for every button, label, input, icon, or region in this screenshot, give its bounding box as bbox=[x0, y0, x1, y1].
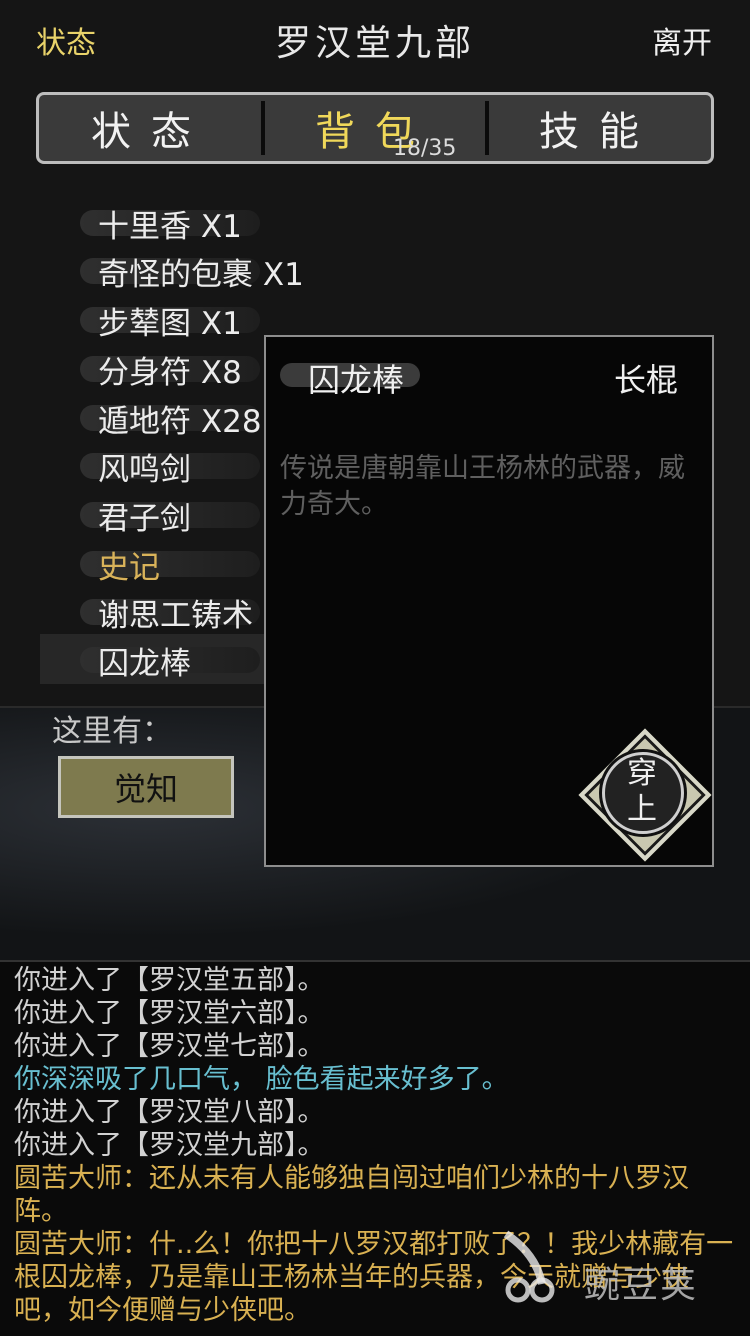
here-label: 这里有： bbox=[52, 714, 172, 749]
log-line: 你进入了【罗汉堂九部】。 bbox=[14, 1130, 325, 1161]
inventory-item-label: 史记 bbox=[98, 549, 160, 586]
log-line: 你进入了【罗汉堂六部】。 bbox=[14, 998, 325, 1029]
tab-skills-label: 技能 bbox=[539, 109, 659, 155]
tab-status[interactable]: 状态 bbox=[39, 95, 263, 161]
tab-skills[interactable]: 技能 bbox=[485, 95, 711, 161]
inventory-item[interactable]: 遁地符 X28 bbox=[80, 399, 262, 440]
inventory-item-label: 十里香 X1 bbox=[98, 208, 242, 245]
tab-bag[interactable]: 背包 18/35 bbox=[261, 95, 487, 161]
inventory-item-label: 遁地符 X28 bbox=[98, 403, 262, 440]
inventory-item-label: 奇怪的包裹 X1 bbox=[98, 256, 304, 293]
inventory-item[interactable]: 谢思工铸术 bbox=[80, 593, 260, 634]
log-line: 你深深吸了几口气， 脸色看起来好多了。 bbox=[14, 1064, 509, 1095]
log-line: 你进入了【罗汉堂八部】。 bbox=[14, 1097, 325, 1128]
inventory-item[interactable]: 步辇图 X1 bbox=[80, 301, 260, 342]
item-description: 传说是唐朝靠山王杨林的武器，威力奇大。 bbox=[280, 453, 685, 520]
inventory-item-label: 步辇图 X1 bbox=[98, 305, 242, 342]
log-line: 你进入了【罗汉堂五部】。 bbox=[14, 965, 325, 996]
inventory-item[interactable]: 奇怪的包裹 X1 bbox=[80, 252, 304, 293]
watermark: 豌豆荚 bbox=[496, 1218, 716, 1318]
inventory-item[interactable]: 十里香 X1 bbox=[80, 204, 260, 245]
inventory-item[interactable]: 风鸣剑 bbox=[80, 447, 260, 488]
inventory-item-label: 分身符 X8 bbox=[98, 354, 242, 391]
tab-status-label: 状态 bbox=[91, 109, 211, 155]
tab-bar: 状态 背包 18/35 技能 bbox=[36, 92, 714, 164]
leave-button[interactable]: 离开 bbox=[652, 18, 712, 62]
inventory-item-label: 君子剑 bbox=[98, 500, 191, 537]
equip-label-text: 穿上 bbox=[627, 756, 657, 827]
bag-count: 18/35 bbox=[393, 136, 457, 161]
item-name: 囚龙棒 bbox=[308, 361, 405, 399]
inventory-item[interactable]: 史记 bbox=[80, 545, 260, 586]
watermark-text: 豌豆荚 bbox=[584, 1265, 699, 1306]
bean-logo-icon bbox=[503, 1230, 555, 1303]
item-type: 长棍 bbox=[613, 361, 678, 399]
inventory-item[interactable]: 君子剑 bbox=[80, 496, 260, 537]
inventory-item-label: 风鸣剑 bbox=[98, 451, 191, 488]
inventory-item-label: 谢思工铸术 bbox=[98, 597, 253, 634]
inventory-item-label: 囚龙棒 bbox=[98, 645, 191, 682]
location-title: 罗汉堂九部 bbox=[274, 23, 475, 64]
equip-label: 穿上 bbox=[584, 756, 700, 828]
log-line: 你进入了【罗汉堂七部】。 bbox=[14, 1031, 325, 1062]
inventory-item[interactable]: 分身符 X8 bbox=[80, 350, 260, 391]
inventory-item[interactable]: 囚龙棒 bbox=[80, 641, 260, 682]
npc-button-juezhi[interactable]: 觉知 bbox=[58, 756, 234, 818]
equip-button[interactable]: 穿上 bbox=[578, 728, 712, 862]
